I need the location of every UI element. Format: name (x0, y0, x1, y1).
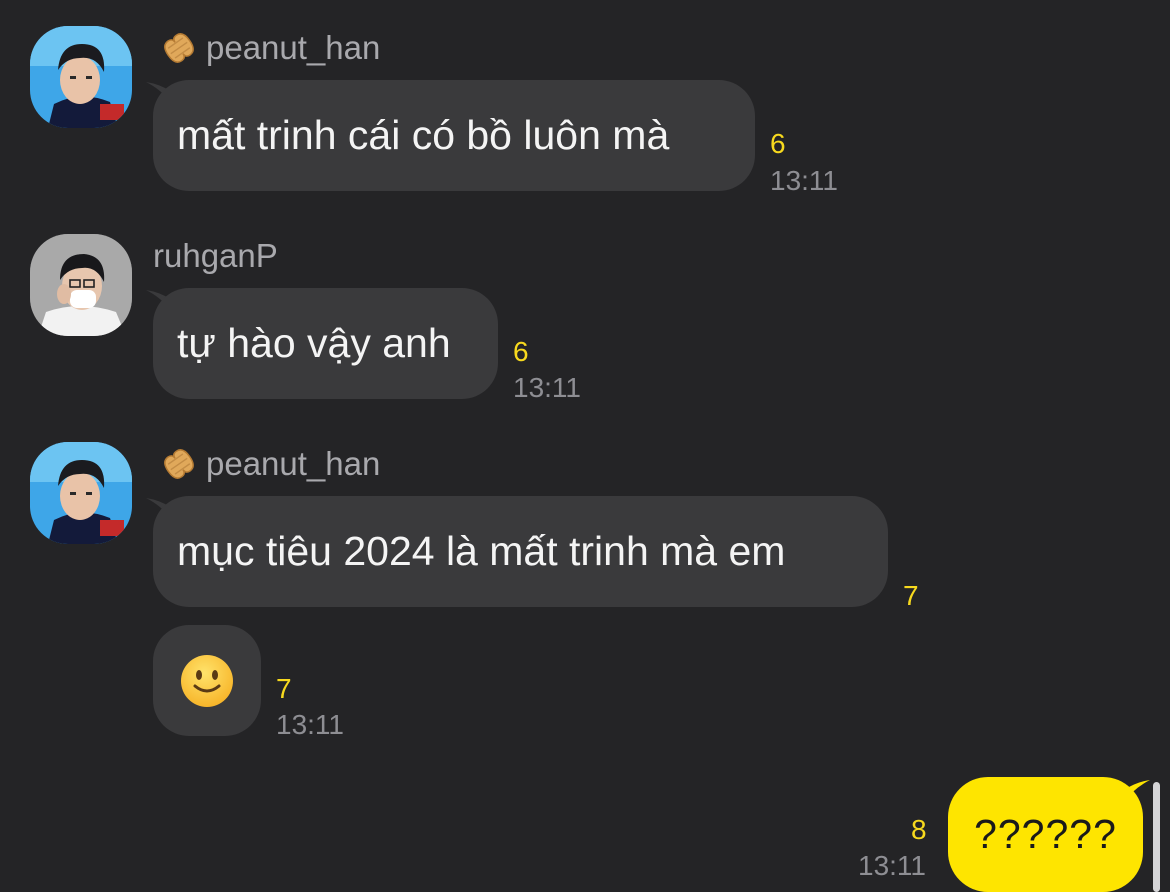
message-bubble[interactable]: tự hào vậy anh (153, 288, 498, 399)
message-time: 13:11 (858, 850, 926, 881)
unread-count: 6 (770, 128, 786, 159)
avatar-ruhganp[interactable] (30, 234, 132, 336)
scrollbar[interactable] (1153, 782, 1160, 892)
message-bubble[interactable]: mục tiêu 2024 là mất trinh mà em (153, 496, 888, 607)
unread-count: 7 (903, 580, 919, 611)
emoji-bubble[interactable] (153, 625, 261, 736)
peanut-icon (156, 443, 202, 485)
sender-name: peanut_han (156, 442, 380, 486)
slightly-smiling-face-icon (181, 654, 233, 707)
message-text: tự hào vậy anh (177, 320, 451, 366)
message-time: 13:11 (770, 165, 838, 196)
message-time: 13:11 (276, 709, 344, 740)
message-text: mục tiêu 2024 là mất trinh mà em (177, 528, 786, 574)
my-message-bubble[interactable]: ?????? (948, 777, 1143, 892)
message-time: 13:11 (513, 372, 581, 403)
message-text: mất trinh cái có bồ luôn mà (177, 112, 670, 158)
sender-name-text: ruhganP (153, 237, 278, 274)
unread-count: 6 (513, 336, 529, 367)
message-text: ?????? (974, 811, 1117, 857)
sender-name-text: peanut_han (206, 29, 381, 66)
unread-count: 7 (276, 673, 292, 704)
sender-name: peanut_han (156, 26, 380, 70)
avatar-peanut-han[interactable] (30, 442, 132, 544)
sender-name-text: peanut_han (206, 445, 381, 482)
avatar-peanut-han[interactable] (30, 26, 132, 128)
peanut-icon (156, 27, 202, 69)
message-bubble[interactable]: mất trinh cái có bồ luôn mà (153, 80, 755, 191)
sender-name: ruhganP (153, 234, 278, 278)
unread-count: 8 (911, 814, 927, 845)
